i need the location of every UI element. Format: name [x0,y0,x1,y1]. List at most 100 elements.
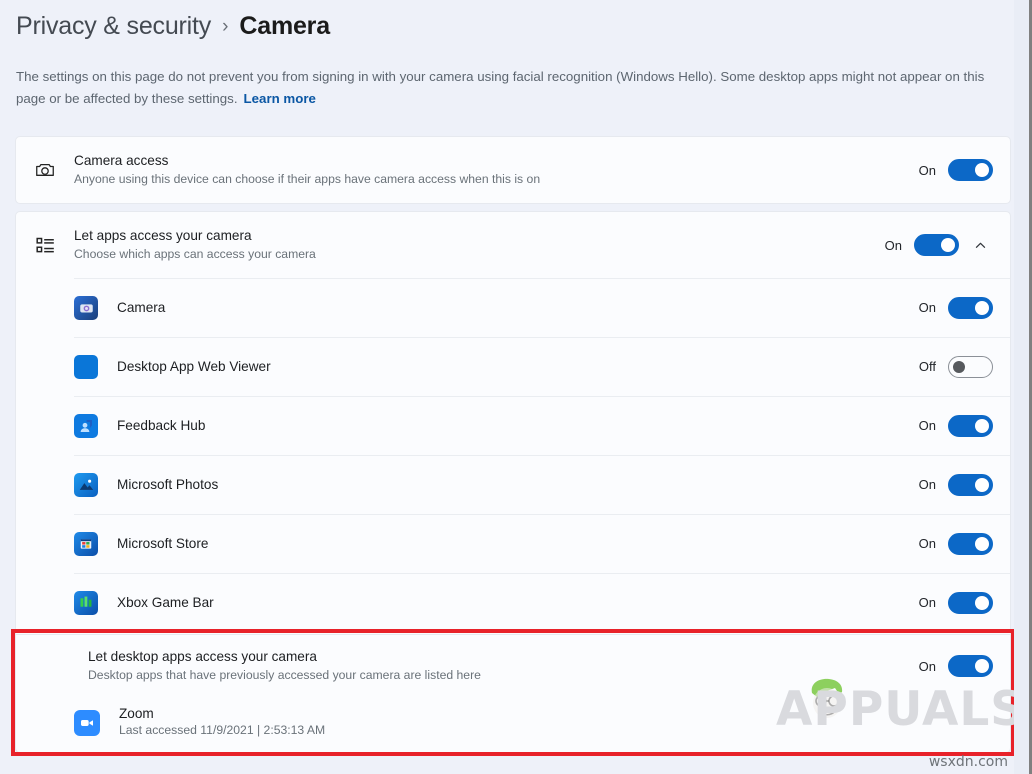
desktop-app-name: Zoom [119,706,993,721]
xbox-game-bar-icon [74,591,98,615]
row-divider [74,455,1010,456]
camera-access-card: Camera access Anyone using this device c… [15,136,1011,204]
app-row[interactable]: Feedback Hub On [16,396,1010,455]
toggle-knob [953,361,965,373]
app-toggle[interactable] [948,533,993,555]
learn-more-link[interactable]: Learn more [244,91,316,106]
let-desktop-apps-toggle[interactable] [948,655,993,677]
app-toggle[interactable] [948,356,993,378]
let-desktop-apps-toggle-label: On [914,659,936,674]
let-desktop-apps-subtitle: Desktop apps that have previously access… [88,667,914,684]
app-toggle-group: On [914,415,993,437]
app-name: Camera [117,300,165,315]
window-right-gutter [1014,0,1029,774]
toggle-knob [941,238,955,252]
app-toggle-label: On [914,418,936,433]
breadcrumb-parent-link[interactable]: Privacy & security [16,12,211,41]
toggle-knob [975,419,989,433]
let-apps-toggle-group: On [880,234,959,256]
let-desktop-apps-card: Let desktop apps access your camera Desk… [15,635,1011,753]
camera-icon [30,155,60,185]
app-toggle-label: Off [914,359,936,374]
app-toggle[interactable] [948,592,993,614]
app-toggle-group: On [914,474,993,496]
row-divider [74,573,1010,574]
toggle-knob [975,478,989,492]
settings-page: Privacy & security › Camera The settings… [0,0,1032,774]
page-title: Camera [239,12,330,41]
list-icon [30,230,60,260]
wsxdn-watermark: wsxdn.com [929,754,1008,770]
camera-app-icon [74,296,98,320]
let-desktop-apps-text: Let desktop apps access your camera Desk… [88,648,914,684]
camera-access-toggle-label: On [914,163,936,178]
zoom-icon [74,710,100,736]
app-toggle-label: On [914,477,936,492]
app-row[interactable]: Microsoft Store On [16,514,1010,573]
toggle-knob [975,537,989,551]
app-name: Xbox Game Bar [117,595,214,610]
breadcrumb-separator-icon: › [222,16,228,38]
camera-access-subtitle: Anyone using this device can choose if t… [74,171,914,188]
app-name-wrap: Feedback Hub [117,417,914,435]
camera-access-toggle-group: On [914,159,993,181]
app-toggle[interactable] [948,415,993,437]
photos-icon [74,473,98,497]
let-desktop-apps-toggle-group: On [914,655,993,677]
toggle-knob [975,163,989,177]
let-apps-title: Let apps access your camera [74,227,880,245]
camera-access-title: Camera access [74,152,914,170]
app-toggle-label: On [914,536,936,551]
app-toggle-group: On [914,297,993,319]
let-apps-toggle-label: On [880,238,902,253]
row-divider [74,396,1010,397]
app-name-wrap: Desktop App Web Viewer [117,358,914,376]
camera-access-row[interactable]: Camera access Anyone using this device c… [16,137,1010,203]
app-row[interactable]: Camera On [16,278,1010,337]
let-desktop-apps-title: Let desktop apps access your camera [88,648,914,666]
app-name-wrap: Camera [117,299,914,317]
toggle-knob [975,301,989,315]
row-divider [74,278,1010,279]
let-apps-subtitle: Choose which apps can access your camera [74,246,880,263]
app-name-wrap: Microsoft Store [117,535,914,553]
desktop-web-viewer-icon [74,355,98,379]
camera-access-toggle[interactable] [948,159,993,181]
app-toggle-group: Off [914,356,993,378]
desktop-app-last-accessed: Last accessed 11/9/2021 | 2:53:13 AM [119,722,993,739]
app-toggle-label: On [914,300,936,315]
breadcrumb: Privacy & security › Camera [16,12,330,41]
chevron-up-icon[interactable] [967,232,993,258]
store-icon [74,532,98,556]
let-apps-toggle[interactable] [914,234,959,256]
app-row[interactable]: Microsoft Photos On [16,455,1010,514]
app-toggle-label: On [914,595,936,610]
feedback-hub-icon [74,414,98,438]
desktop-app-text: Zoom Last accessed 11/9/2021 | 2:53:13 A… [119,706,993,739]
app-list: Camera On Desktop App Web Viewer Off Feedbac… [16,278,1010,632]
list-item: Zoom Last accessed 11/9/2021 | 2:53:13 A… [16,697,1010,749]
let-desktop-apps-row[interactable]: Let desktop apps access your camera Desk… [16,635,1010,697]
let-apps-card: Let apps access your camera Choose which… [15,211,1011,635]
app-toggle[interactable] [948,297,993,319]
app-toggle[interactable] [948,474,993,496]
page-description: The settings on this page do not prevent… [16,66,1016,109]
app-name: Feedback Hub [117,418,205,433]
let-apps-row[interactable]: Let apps access your camera Choose which… [16,212,1010,278]
camera-access-text: Camera access Anyone using this device c… [74,152,914,188]
app-row[interactable]: Desktop App Web Viewer Off [16,337,1010,396]
toggle-knob [975,596,989,610]
page-description-text: The settings on this page do not prevent… [16,69,984,106]
app-name: Microsoft Store [117,536,208,551]
app-name: Microsoft Photos [117,477,218,492]
row-divider [74,514,1010,515]
app-toggle-group: On [914,533,993,555]
let-apps-text: Let apps access your camera Choose which… [74,227,880,263]
app-row[interactable]: Xbox Game Bar On [16,573,1010,632]
row-divider [74,337,1010,338]
app-name-wrap: Xbox Game Bar [117,594,914,612]
app-name: Desktop App Web Viewer [117,359,271,374]
toggle-knob [975,659,989,673]
app-name-wrap: Microsoft Photos [117,476,914,494]
app-toggle-group: On [914,592,993,614]
